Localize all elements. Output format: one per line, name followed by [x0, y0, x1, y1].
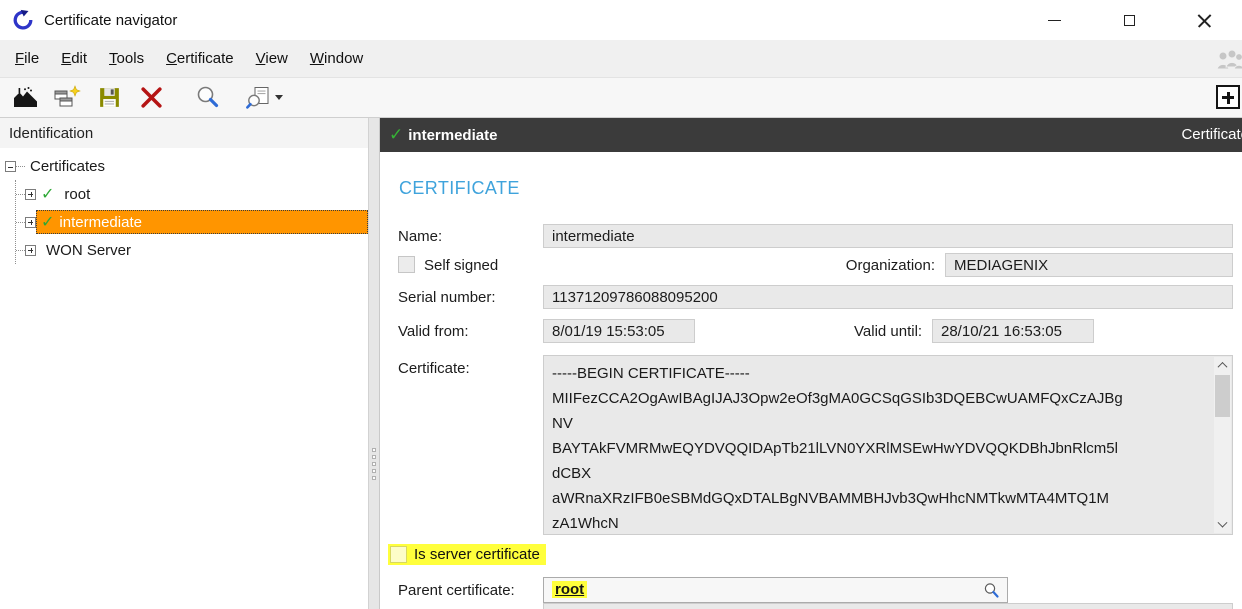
valid-check-icon	[41, 184, 59, 204]
window-title: Certificate navigator	[44, 12, 177, 29]
title-bar: Certificate navigator	[0, 0, 1242, 40]
valid-from-label: Valid from:	[398, 323, 469, 340]
search-button[interactable]	[190, 81, 224, 115]
tree-connector	[16, 222, 25, 223]
valid-until-label: Valid until:	[854, 323, 922, 340]
main-area: Identification Certificates root	[0, 118, 1242, 609]
tree-item-certificates[interactable]: Certificates	[0, 153, 368, 180]
is-server-certificate-row: Is server certificate	[388, 544, 546, 565]
is-server-certificate-checkbox[interactable]	[390, 546, 407, 563]
certificate-navigator-window: Certificate navigator File Edit Tools Ce…	[0, 0, 1242, 609]
scroll-up-icon[interactable]	[1214, 357, 1231, 373]
search-options-icon	[246, 85, 271, 111]
scroll-down-icon[interactable]	[1214, 517, 1231, 533]
serial-number-field[interactable]: 11371209786088095200	[543, 285, 1233, 309]
tree-label: intermediate	[59, 214, 142, 231]
lookup-magnifier-icon[interactable]	[983, 582, 1000, 599]
expand-expander-icon[interactable]	[25, 245, 36, 256]
factory-icon	[12, 86, 39, 110]
expand-expander-icon[interactable]	[25, 217, 36, 228]
window-controls	[1017, 0, 1242, 40]
save-button[interactable]	[92, 81, 126, 115]
toolbar	[0, 78, 1242, 118]
search-options-button[interactable]	[246, 81, 283, 115]
valid-check-icon	[41, 212, 59, 232]
is-server-certificate-label: Is server certificate	[414, 546, 540, 563]
delete-icon	[139, 85, 164, 110]
sidebar-header: Identification	[0, 118, 368, 148]
minimize-icon	[1048, 20, 1061, 21]
minimize-button[interactable]	[1017, 0, 1092, 40]
certificate-detail-panel: intermediate Certificate CERTIFICATE Nam…	[380, 118, 1242, 609]
detail-header-type: Certificate	[1181, 126, 1242, 143]
valid-from-field[interactable]: 8/01/19 15:53:05	[543, 319, 695, 343]
dropdown-arrow-icon	[275, 95, 283, 100]
menu-certificate[interactable]: Certificate	[155, 43, 245, 74]
splitter-grip-icon	[372, 448, 376, 483]
tree-item-won-server[interactable]: WON Server	[16, 236, 368, 264]
tree-item-intermediate[interactable]: intermediate	[16, 208, 368, 236]
parent-certificate-field[interactable]: root	[543, 577, 1008, 603]
maximize-icon	[1124, 15, 1135, 26]
close-icon	[1197, 13, 1212, 28]
organization-label: Organization:	[810, 257, 935, 274]
users-icon	[1213, 48, 1242, 72]
section-title: CERTIFICATE	[399, 178, 520, 199]
certificate-tree: Certificates root	[0, 148, 368, 264]
menu-file[interactable]: File	[4, 43, 50, 74]
name-field[interactable]: intermediate	[543, 224, 1233, 248]
tree-connector	[16, 250, 25, 251]
scrollbar-thumb[interactable]	[1215, 375, 1230, 417]
parent-certificate-label: Parent certificate:	[398, 582, 515, 599]
save-icon	[97, 85, 122, 110]
certificate-pem-text: -----BEGIN CERTIFICATE----- MIIFezCCA2Og…	[544, 356, 1212, 534]
tree-connector	[16, 194, 25, 195]
valid-check-icon	[389, 125, 408, 145]
menu-window[interactable]: Window	[299, 43, 374, 74]
certificate-scrollbar[interactable]	[1214, 357, 1231, 533]
add-icon	[1216, 85, 1240, 109]
collapse-expander-icon[interactable]	[5, 161, 16, 172]
certificate-label: Certificate:	[398, 360, 470, 377]
tree-connector	[16, 166, 25, 167]
certificate-textarea[interactable]: -----BEGIN CERTIFICATE----- MIIFezCCA2Og…	[543, 355, 1233, 535]
search-icon	[194, 84, 221, 111]
tree-label: root	[64, 186, 90, 203]
identification-panel: Identification Certificates root	[0, 118, 368, 609]
maximize-button[interactable]	[1092, 0, 1167, 40]
valid-until-field[interactable]: 28/10/21 16:53:05	[932, 319, 1094, 343]
detail-title: intermediate	[408, 127, 497, 144]
close-button[interactable]	[1167, 0, 1242, 40]
next-field-partial[interactable]	[543, 603, 1233, 609]
menu-edit[interactable]: Edit	[50, 43, 98, 74]
menu-view[interactable]: View	[245, 43, 299, 74]
app-logo-icon	[12, 9, 34, 31]
expand-expander-icon[interactable]	[25, 189, 36, 200]
tree-item-root[interactable]: root	[16, 180, 368, 208]
name-label: Name:	[398, 228, 442, 245]
tree-label: WON Server	[46, 242, 131, 259]
panel-splitter[interactable]	[368, 118, 380, 609]
delete-button[interactable]	[134, 81, 168, 115]
tree-label: Certificates	[30, 158, 105, 175]
add-button[interactable]	[1216, 85, 1242, 109]
serial-number-label: Serial number:	[398, 289, 496, 306]
factory-button[interactable]	[8, 81, 42, 115]
parent-certificate-link[interactable]: root	[552, 581, 587, 598]
new-item-button[interactable]	[50, 81, 84, 115]
detail-header: intermediate Certificate	[380, 118, 1242, 152]
self-signed-label: Self signed	[424, 257, 498, 274]
organization-field[interactable]: MEDIAGENIX	[945, 253, 1233, 277]
new-item-icon	[53, 85, 81, 111]
certificate-form: CERTIFICATE Name: intermediate Self sign…	[380, 152, 1242, 609]
self-signed-checkbox[interactable]	[398, 256, 415, 273]
menu-tools[interactable]: Tools	[98, 43, 155, 74]
menu-bar: File Edit Tools Certificate View Window	[0, 40, 1242, 78]
selected-tree-node[interactable]: intermediate	[36, 210, 368, 234]
